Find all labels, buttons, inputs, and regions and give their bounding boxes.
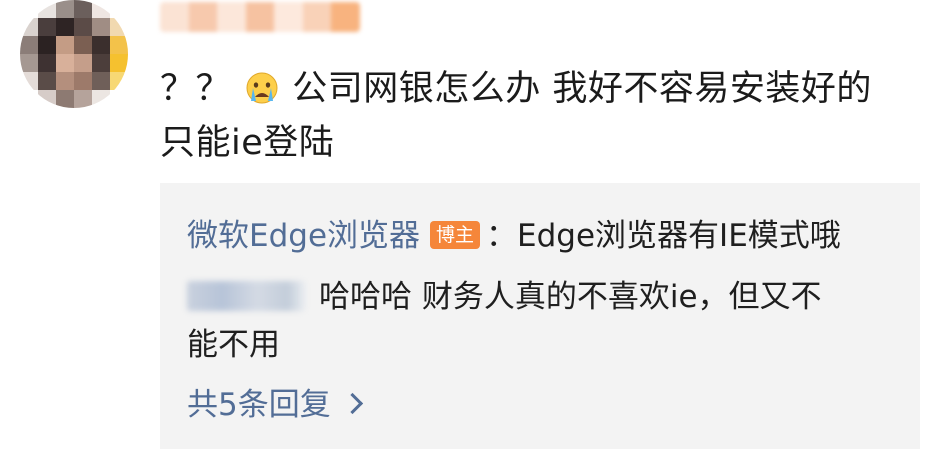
avatar[interactable] <box>20 0 128 108</box>
chevron-right-icon <box>341 392 363 415</box>
reply-user-text: 哈哈哈 财务人真的不喜欢ie，但又不 <box>319 279 822 315</box>
reply-author-text: ：Edge浏览器有IE模式哦 <box>486 218 841 254</box>
comment-text: ？？ 公司网银怎么办 我好不容易安装好的只能ie登陆 <box>160 62 900 170</box>
reply-author-link[interactable]: 微软Edge浏览器 <box>187 218 420 254</box>
reply-line-author: 微软Edge浏览器 博主 ：Edge浏览器有IE模式哦 <box>187 214 841 258</box>
comment-text-part1: ？？ <box>160 69 232 109</box>
more-replies-label: 共5条回复 <box>187 387 331 423</box>
reply-line-user-cont: 能不用 <box>187 323 280 367</box>
username-redacted[interactable] <box>160 2 360 32</box>
reply-preview-box[interactable]: 微软Edge浏览器 博主 ：Edge浏览器有IE模式哦 哈哈哈 财务人真的不喜欢ie… <box>160 183 920 449</box>
comment-item: ？？ 公司网银怎么办 我好不容易安装好的只能ie登陆 微软Edge浏览器 博主 ：E… <box>0 0 933 449</box>
crying-face-icon <box>246 72 278 104</box>
author-badge: 博主 <box>430 221 481 249</box>
reply-line-user: 哈哈哈 财务人真的不喜欢ie，但又不 <box>187 275 822 319</box>
reply-user-text-cont: 能不用 <box>187 327 280 363</box>
replier-name-redacted[interactable] <box>187 281 305 311</box>
more-replies-link[interactable]: 共5条回复 <box>187 383 363 427</box>
